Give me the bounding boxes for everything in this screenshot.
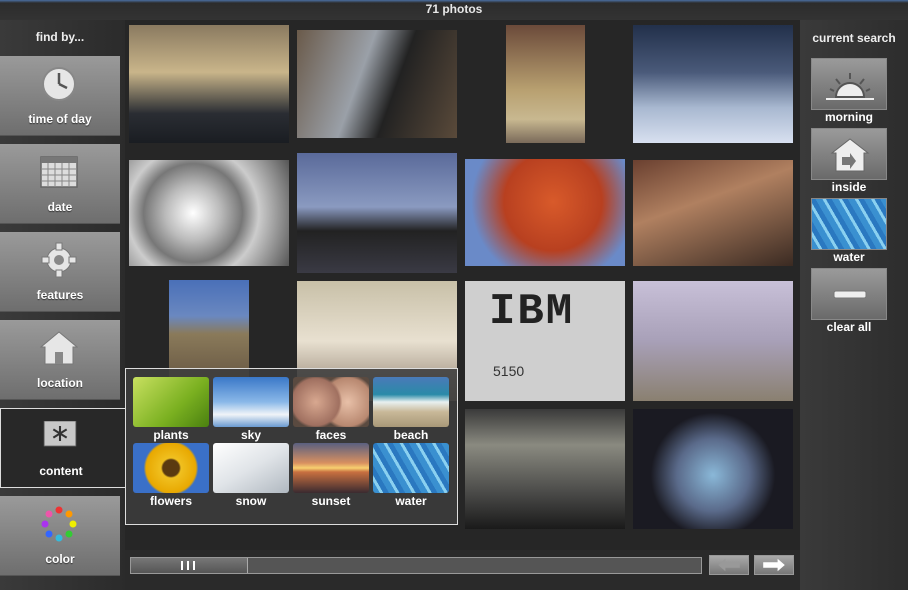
photo-thumbnail[interactable] (297, 153, 457, 273)
facet-date-button[interactable]: date (0, 144, 120, 224)
photo-thumbnail[interactable] (465, 409, 625, 529)
search-term-water[interactable] (811, 198, 887, 250)
content-option-plants[interactable] (133, 377, 209, 427)
search-term-morning[interactable] (811, 58, 887, 110)
ibm-sign-text: IBM (489, 287, 575, 337)
content-option-label: sky (240, 428, 262, 442)
asterisk-icon (43, 421, 77, 447)
find-by-heading: find by... (35, 30, 85, 44)
facet-time-of-day-button[interactable]: time of day (0, 56, 120, 136)
minus-icon (833, 290, 867, 299)
facet-label: content (39, 464, 83, 478)
photo-thumbnail[interactable] (633, 409, 793, 529)
facet-label: features (36, 288, 84, 302)
photo-thumbnail[interactable] (506, 25, 585, 143)
facet-features-button[interactable]: features (0, 232, 120, 312)
facet-content-button[interactable]: content (0, 408, 126, 488)
arrow-left-icon (718, 558, 740, 572)
content-option-sunset[interactable] (293, 443, 369, 493)
photo-thumbnail[interactable]: IBM 5150 (465, 281, 625, 401)
clock-icon (42, 67, 76, 101)
content-option-label: sunset (311, 494, 351, 508)
photo-thumbnail[interactable] (129, 25, 289, 143)
current-search-heading: current search (812, 31, 896, 45)
content-option-label: snow (235, 494, 267, 508)
photo-count-title: 71 photos (0, 0, 908, 20)
content-option-label: beach (393, 428, 429, 442)
content-options-popup: plants sky faces beach flowers snow suns… (125, 368, 458, 525)
scrollbar-thumb[interactable] (131, 558, 248, 573)
content-option-label: plants (153, 428, 189, 442)
content-option-label: flowers (149, 494, 192, 508)
facet-label: time of day (28, 112, 92, 126)
content-option-snow[interactable] (213, 443, 289, 493)
content-option-flowers[interactable] (133, 443, 209, 493)
arrow-right-icon (763, 558, 785, 572)
photo-thumbnail[interactable] (297, 30, 457, 138)
content-option-label: water (395, 494, 427, 508)
search-term-label: morning (825, 110, 873, 124)
house-arrow-icon (830, 138, 870, 172)
photo-thumbnail[interactable] (129, 160, 289, 266)
facet-location-button[interactable]: location (0, 320, 120, 400)
photo-thumbnail[interactable] (633, 160, 793, 266)
content-option-water[interactable] (373, 443, 449, 493)
clear-all-label: clear all (826, 320, 872, 334)
content-option-beach[interactable] (373, 377, 449, 427)
previous-page-button[interactable] (709, 555, 749, 575)
ibm-number-text: 5150 (493, 363, 525, 379)
search-term-label: water (833, 250, 865, 264)
search-term-inside[interactable] (811, 128, 887, 180)
gear-icon (41, 242, 77, 278)
calendar-icon (40, 156, 78, 188)
content-option-sky[interactable] (213, 377, 289, 427)
clear-all-button[interactable] (811, 268, 887, 320)
current-search-panel: current search morning inside water clea… (800, 20, 908, 590)
photo-thumbnail[interactable] (633, 25, 793, 143)
next-page-button[interactable] (754, 555, 794, 575)
photo-scrollbar[interactable] (130, 557, 702, 574)
facet-color-button[interactable]: color (0, 496, 120, 576)
photo-thumbnail[interactable] (633, 281, 793, 401)
color-wheel-icon (41, 506, 77, 542)
house-icon (40, 331, 78, 365)
content-option-label: faces (315, 428, 347, 442)
facet-label: date (47, 200, 73, 214)
grip-icon (181, 561, 195, 570)
search-term-label: inside (831, 180, 867, 194)
photo-thumbnail[interactable] (465, 159, 625, 266)
sunrise-icon (826, 73, 874, 100)
content-option-faces[interactable] (293, 377, 369, 427)
find-by-sidebar: find by... time of day date features loc… (0, 20, 126, 590)
facet-label: location (36, 376, 83, 390)
facet-label: color (45, 552, 75, 566)
